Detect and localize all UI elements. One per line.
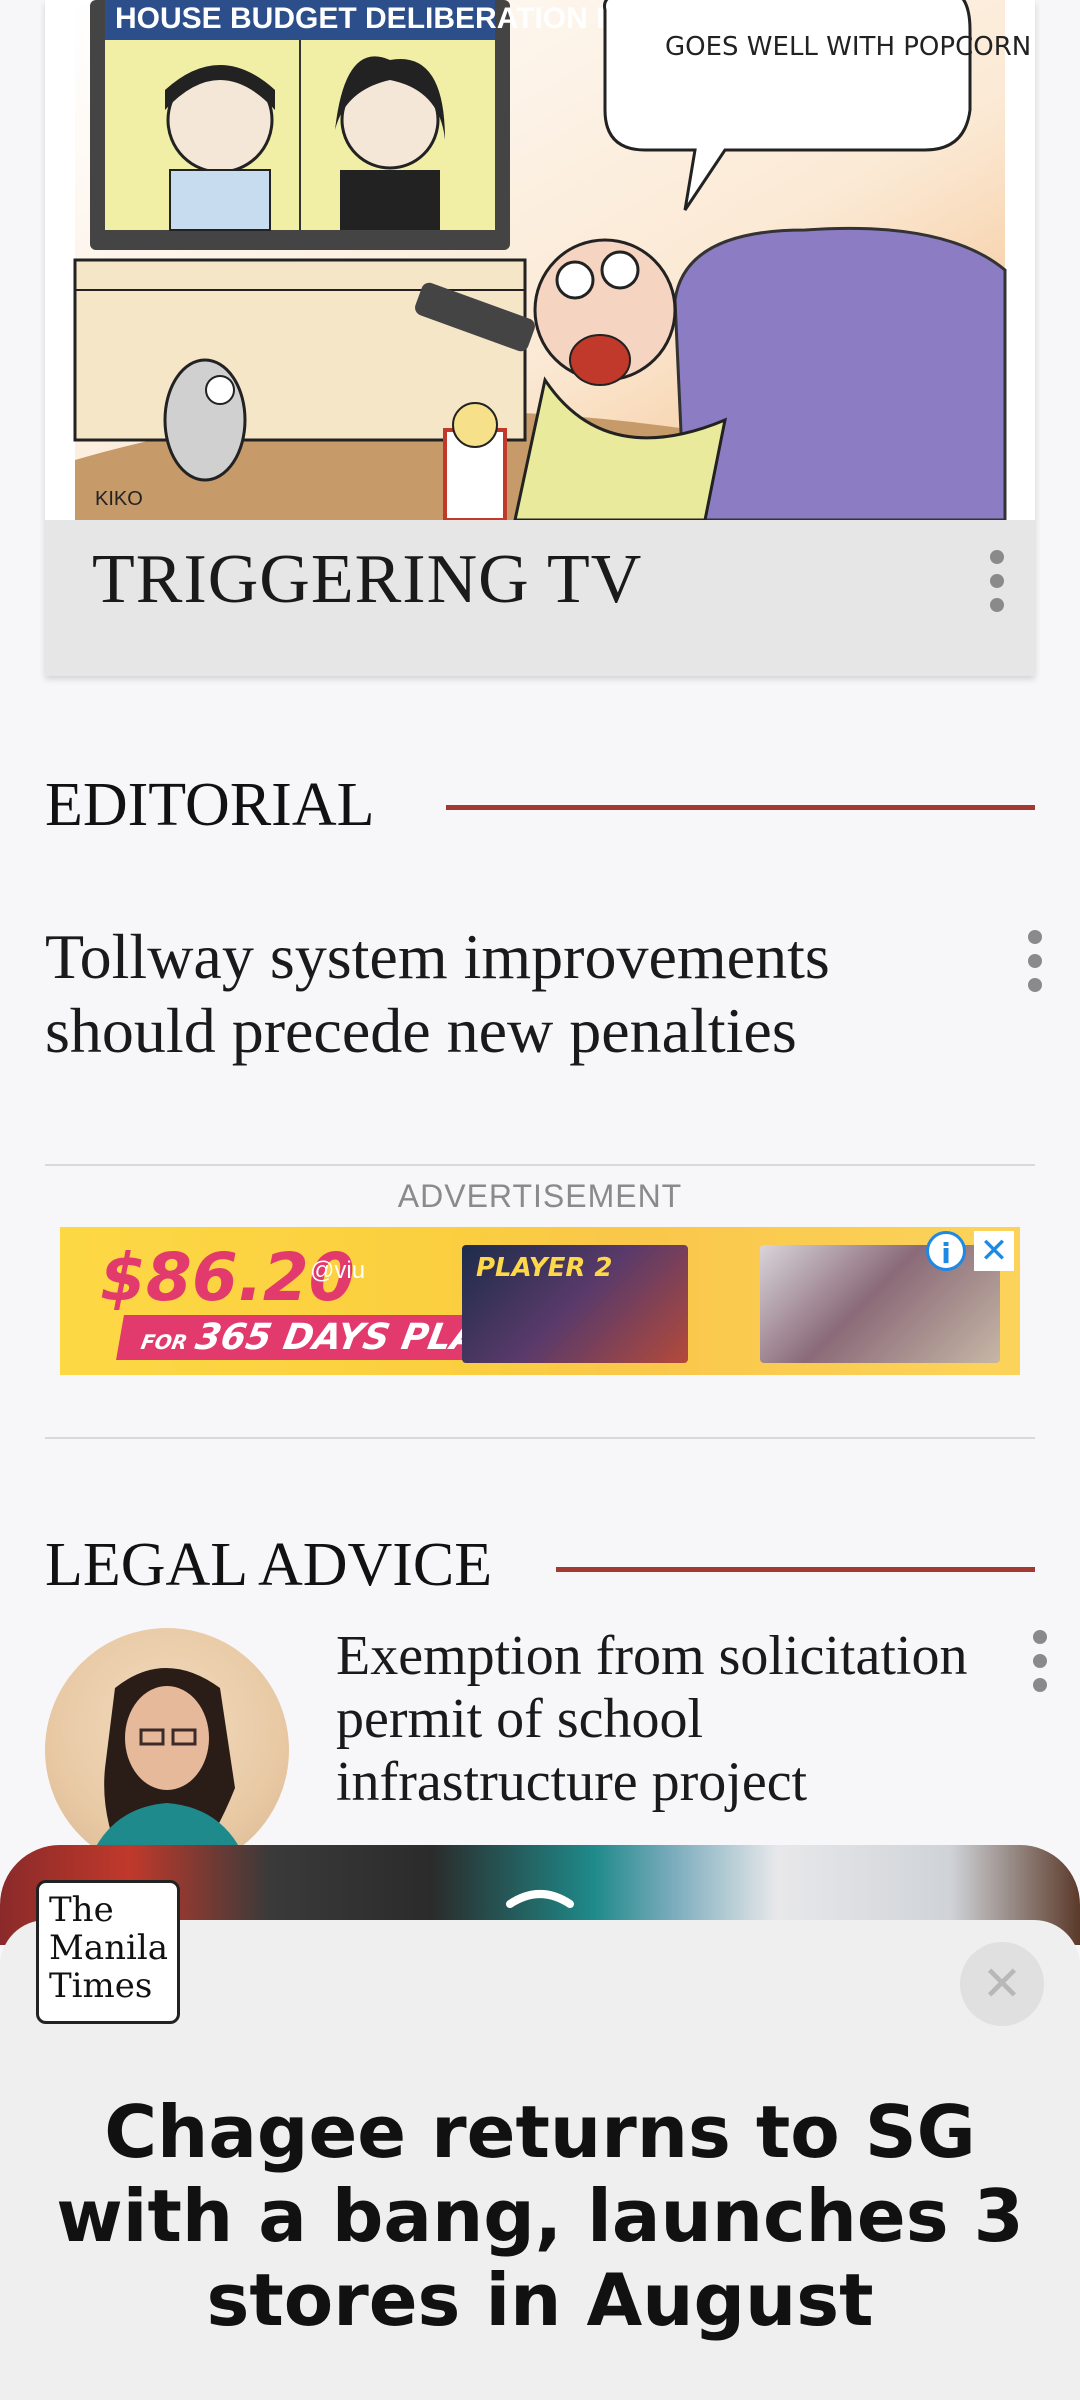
legal-more-options-icon[interactable] — [1025, 1630, 1055, 1700]
manila-times-logo: The Manila Times — [36, 1880, 180, 2024]
ad-brand: @viu — [310, 1257, 366, 1284]
ad-close-icon[interactable]: ✕ — [974, 1231, 1014, 1271]
ad-show-title: PLAYER 2 — [476, 1253, 613, 1283]
speech-text: GOES WELL WITH POPCORN! — [665, 32, 1035, 62]
ad-plan-prefix: FOR — [139, 1330, 190, 1354]
popup-close-icon[interactable]: ✕ — [960, 1942, 1044, 2026]
divider — [45, 1164, 1035, 1166]
ad-banner[interactable]: $86.20 @viu FOR365 DAYS PLAN PLAYER 2 i … — [60, 1227, 1020, 1375]
cartoon-more-options-icon[interactable] — [982, 550, 1012, 620]
ad-info-icon[interactable]: i — [926, 1231, 966, 1271]
cartoon-title[interactable]: TRIGGERING TV — [92, 540, 642, 620]
ad-show-image: PLAYER 2 — [462, 1245, 688, 1363]
chevron-up-icon[interactable] — [504, 1880, 576, 1910]
section-rule — [556, 1567, 1035, 1572]
legal-headline[interactable]: Exemption from solicitation permit of sc… — [336, 1625, 986, 1855]
section-title-legal-advice[interactable]: LEGAL ADVICE — [45, 1530, 492, 1601]
divider — [45, 1437, 1035, 1439]
section-rule — [446, 805, 1035, 810]
author-avatar[interactable] — [45, 1628, 289, 1872]
editorial-more-options-icon[interactable] — [1020, 930, 1050, 1000]
cartoon-illustration: HOUSE BUDGET DELIBERATION FOR VP GOES WE… — [73, 0, 1035, 520]
ad-drama-image — [760, 1245, 1000, 1363]
section-title-editorial[interactable]: EDITORIAL — [45, 770, 374, 841]
popup-headline[interactable]: Chagee returns to SG with a bang, launch… — [40, 2090, 1040, 2342]
cartoon-image[interactable]: HOUSE BUDGET DELIBERATION FOR VP GOES WE… — [45, 0, 1035, 520]
author-photo — [85, 1668, 250, 1872]
editorial-headline[interactable]: Tollway system improvements should prece… — [45, 920, 1005, 1068]
cartoon-signature: KIKO — [95, 488, 143, 510]
ad-label: ADVERTISEMENT — [397, 1178, 683, 1214]
